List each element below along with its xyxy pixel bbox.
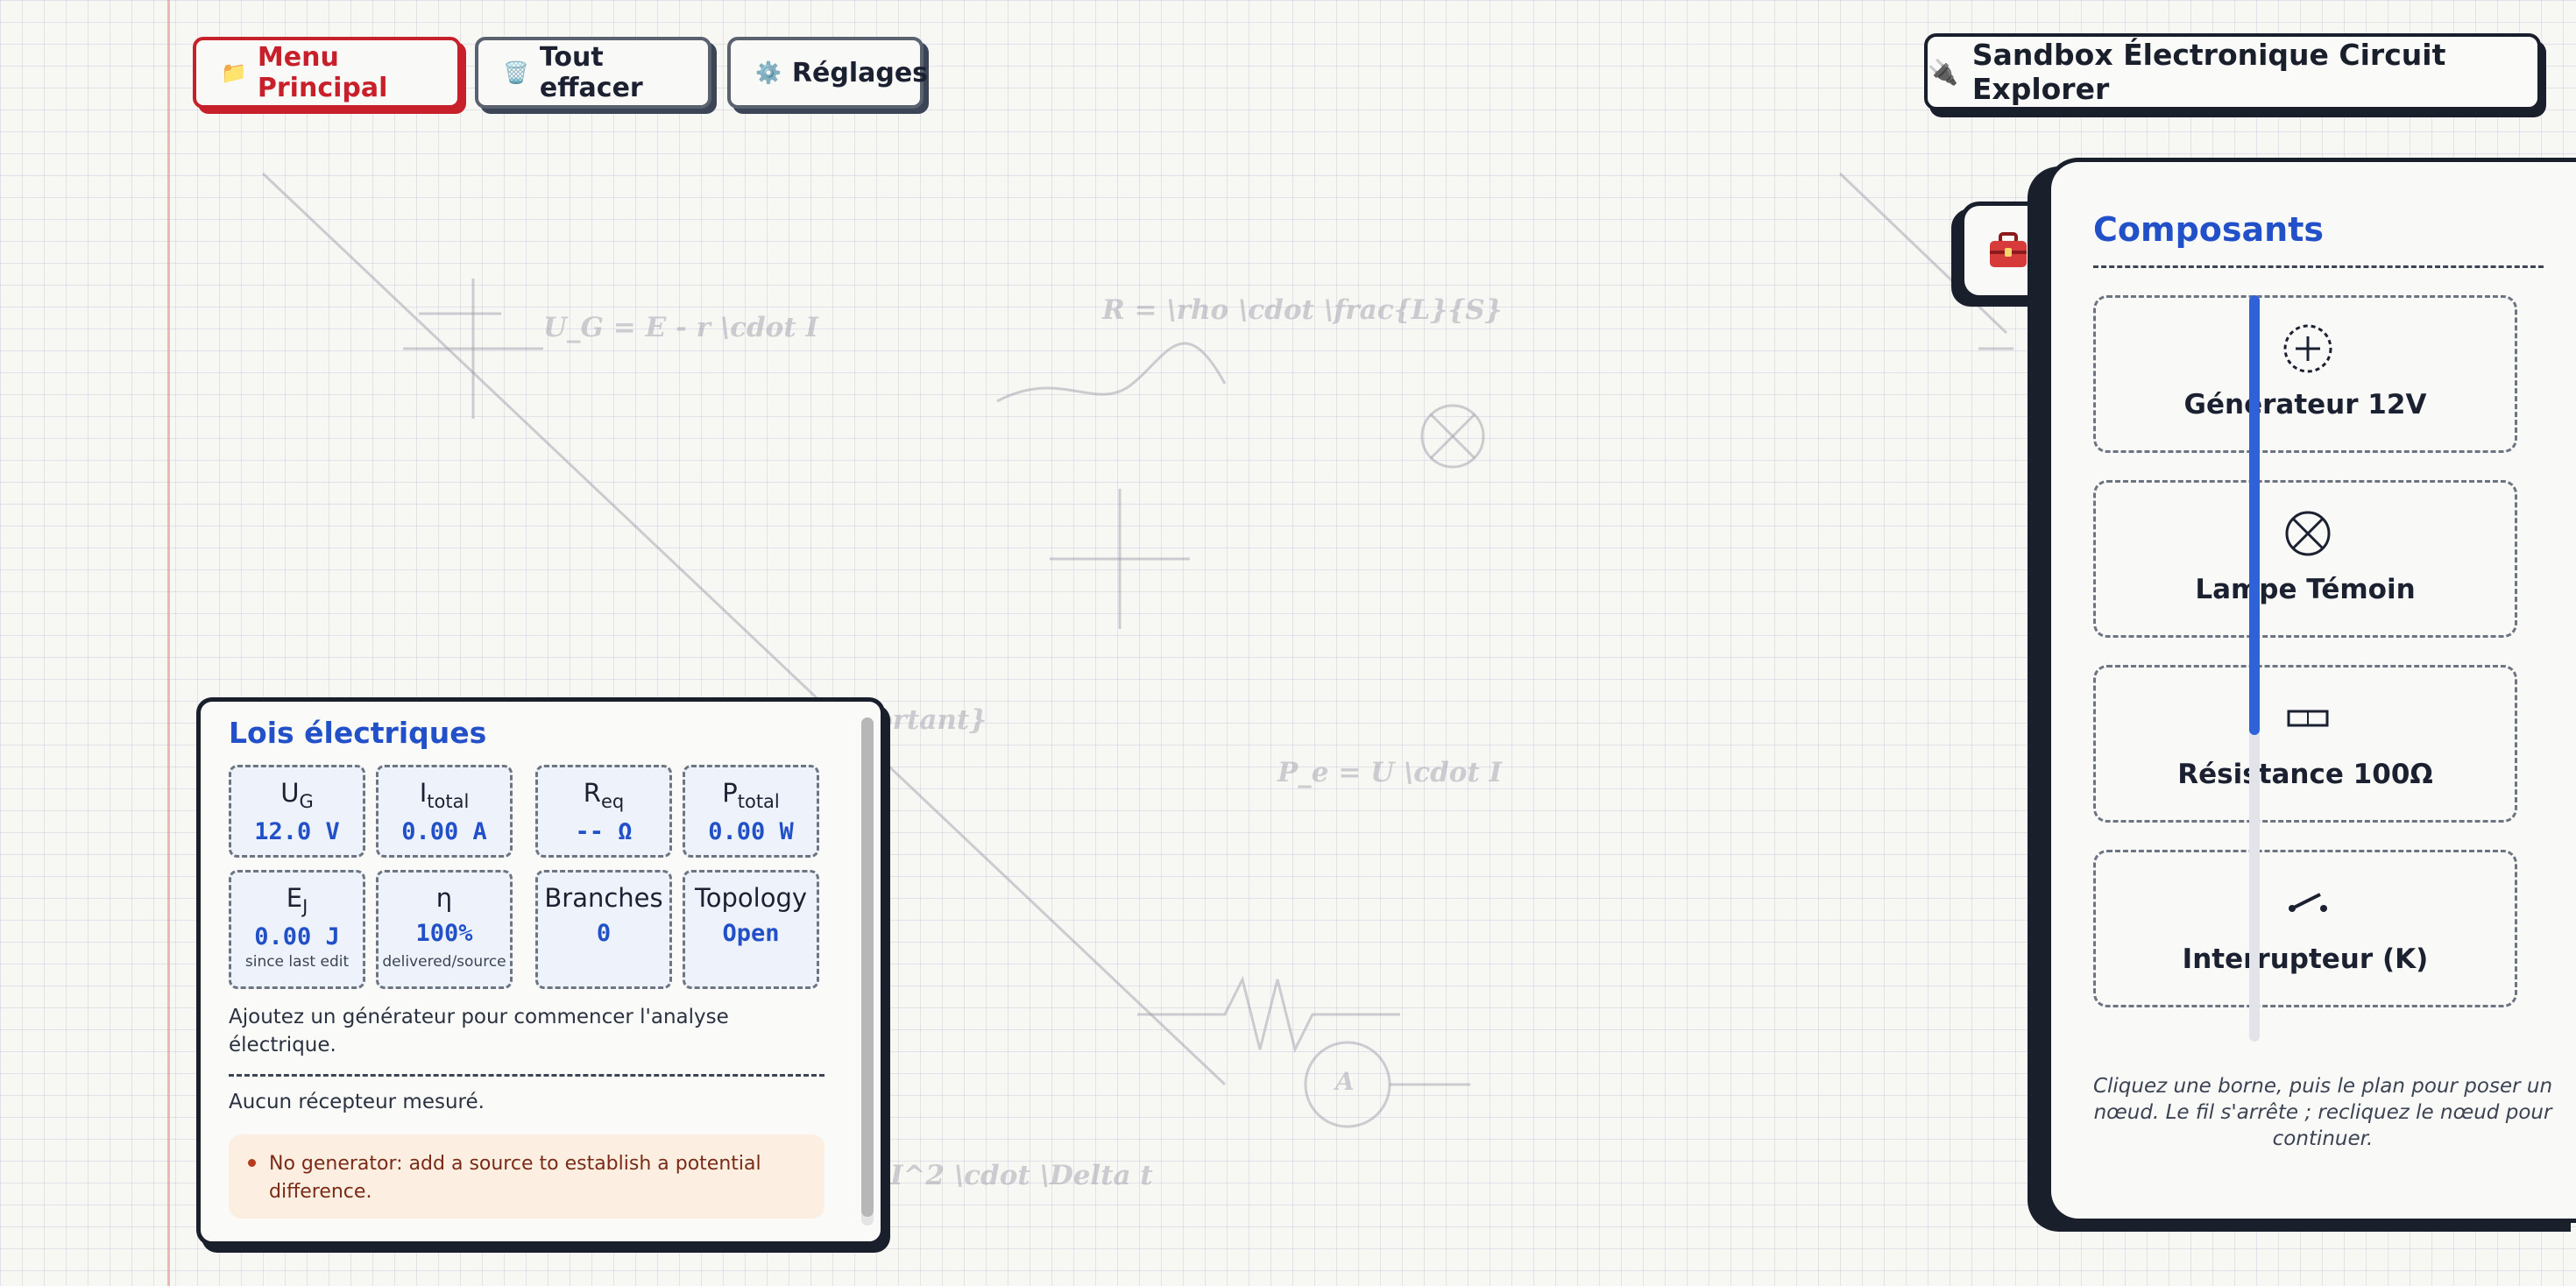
gear-icon: ⚙️ <box>755 60 782 85</box>
component-lamp[interactable]: Lampe Témoin <box>2093 480 2517 638</box>
app-title: Sandbox Électronique Circuit Explorer <box>1971 38 2446 106</box>
laws-scroll-thumb[interactable] <box>861 717 874 1217</box>
settings-button[interactable]: ⚙️ Réglages <box>727 37 928 109</box>
components-scrollbar[interactable] <box>2249 295 2260 1042</box>
laws-status-message: Ajoutez un générateur pour commencer l'a… <box>229 1006 729 1056</box>
components-divider <box>2093 265 2544 268</box>
component-switch[interactable]: Interrupteur (K) <box>2093 850 2517 1007</box>
generator-icon <box>2283 324 2332 373</box>
bullet-icon <box>248 1159 256 1167</box>
resistor-icon <box>2287 710 2329 727</box>
component-label: Lampe Témoin <box>2195 574 2416 605</box>
component-label: Résistance 100Ω <box>2177 759 2433 790</box>
electrical-laws-panel: Lois électriques UG 12.0 V Itotal 0.00 A… <box>196 697 885 1246</box>
switch-icon <box>2289 893 2327 912</box>
component-label: Interrupteur (K) <box>2182 943 2429 975</box>
component-label: Générateur 12V <box>2183 389 2427 420</box>
metric-equivalent-resistance: Req -- Ω <box>535 765 672 858</box>
metric-value: 0.00 J <box>254 923 340 950</box>
app-title-badge: 🔌 Sandbox Électronique Circuit Explorer <box>1924 33 2541 110</box>
metric-value: 0.00 W <box>708 818 794 845</box>
metric-value: 0.00 A <box>401 818 487 845</box>
metric-branches: Branches 0 <box>535 870 672 989</box>
component-generator[interactable]: Générateur 12V <box>2093 295 2517 453</box>
components-panel-toggle[interactable] <box>1960 201 2051 300</box>
metric-topology: Topology Open <box>683 870 819 989</box>
main-menu-label: Menu Principal <box>257 42 388 103</box>
formula-ug: U_G = E - r \cdot I <box>543 312 818 343</box>
components-panel: Composants Générateur 12V Lampe Témoin R… <box>2047 158 2576 1223</box>
receivers-message: Aucun récepteur mesuré. <box>229 1091 485 1113</box>
metric-value: 100% <box>415 920 473 947</box>
formula-joule: I^2 \cdot \Delta t <box>890 1160 1153 1191</box>
metric-note: since last edit <box>244 953 350 971</box>
metric-value: Open <box>722 920 780 947</box>
laws-scrollbar[interactable] <box>861 717 874 1226</box>
ammeter-label: A <box>1335 1067 1355 1096</box>
no-generator-warning: No generator: add a source to establish … <box>229 1134 824 1219</box>
main-menu-button[interactable]: 📁 Menu Principal <box>193 37 461 109</box>
laws-divider <box>229 1074 824 1077</box>
warning-text: No generator: add a source to establish … <box>269 1153 761 1203</box>
formula-fragment: ortant} <box>874 704 987 736</box>
components-list[interactable]: Générateur 12V Lampe Témoin Résistance 1… <box>2093 295 2517 1033</box>
plug-icon: 🔌 <box>1928 57 1958 87</box>
clear-all-button[interactable]: 🗑️ Tout effacer <box>475 37 711 109</box>
metric-efficiency: η 100% delivered/source <box>376 870 513 989</box>
toolbox-icon <box>1989 232 2027 267</box>
clear-all-label: Tout effacer <box>539 42 643 103</box>
metric-joule-energy: EJ 0.00 J since last edit <box>229 870 365 989</box>
metric-value: -- Ω <box>575 818 633 845</box>
formula-power: P_e = U \cdot I <box>1277 757 1503 788</box>
folder-icon: 📁 <box>221 60 247 85</box>
trash-icon: 🗑️ <box>503 60 529 85</box>
metric-value: 12.0 V <box>254 818 340 845</box>
metric-total-power: Ptotal 0.00 W <box>683 765 819 858</box>
components-title: Composants <box>2093 210 2324 249</box>
laws-title: Lois électriques <box>229 716 487 750</box>
metric-total-current: Itotal 0.00 A <box>376 765 513 858</box>
component-resistor[interactable]: Résistance 100Ω <box>2093 665 2517 823</box>
components-scroll-thumb[interactable] <box>2249 295 2260 735</box>
metric-generator-voltage: UG 12.0 V <box>229 765 365 858</box>
wiring-hint: Cliquez une borne, puis le plan pour pos… <box>2092 1075 2553 1150</box>
settings-label: Réglages <box>791 57 929 88</box>
lamp-icon <box>2285 511 2331 556</box>
metric-note: delivered/source <box>382 953 506 971</box>
metric-value: 0 <box>596 920 612 947</box>
formula-resistivity: R = \rho \cdot \frac{L}{S} <box>1102 294 1503 326</box>
